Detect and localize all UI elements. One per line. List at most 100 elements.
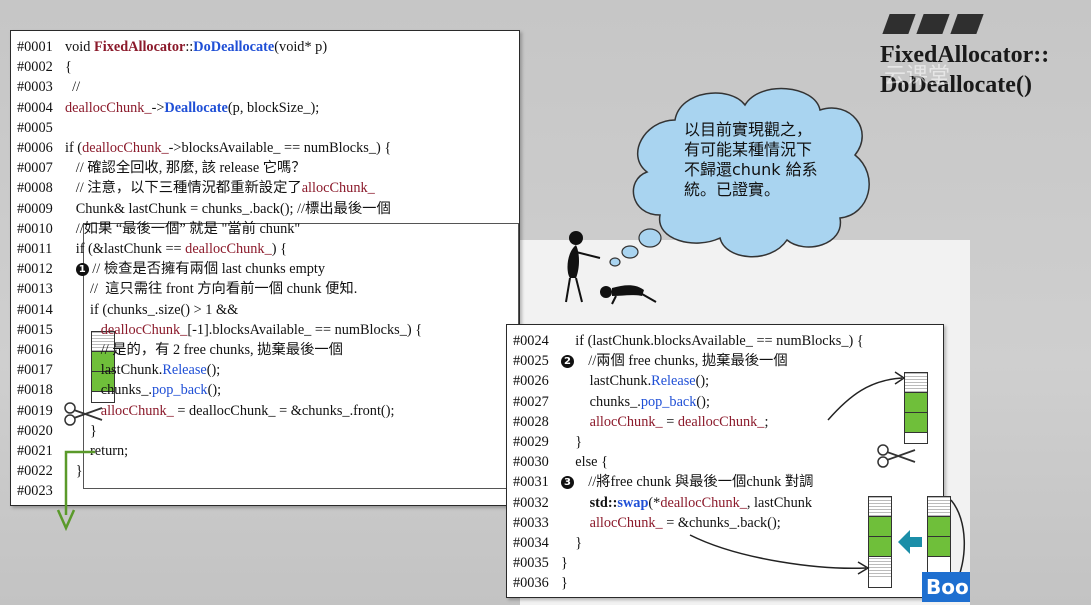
code-text: lastChunk.Release(); (65, 360, 221, 380)
code-token: // 這只需往 front 方向看前一個 chunk 便知. (65, 281, 358, 298)
code-token: ->blocksAvailable_ == numBlocks_) { (168, 140, 392, 156)
line-number: #0001 (17, 39, 53, 55)
code-text: // 是的，有 2 free chunks, 拋棄最後一個 (65, 340, 343, 360)
code-text: } (561, 432, 582, 452)
code-token: Chunk& lastChunk = chunks_.back(); //標出最… (65, 200, 391, 217)
stick-figures-illustration (565, 231, 657, 305)
code-token: // 確認全回收, 那麼, 該 release 它嗎？ (65, 160, 306, 177)
code-token: //兩個 free chunks, 拋棄最後一個 (574, 353, 788, 370)
code-token: } (561, 555, 568, 572)
line-number: #0017 (17, 362, 53, 379)
code-token: (); (206, 362, 221, 379)
code-token: } (561, 434, 583, 450)
line-number: #0024 (513, 333, 549, 349)
code-token: //將free chunk 與最後一個chunk 對調 (574, 474, 814, 491)
bubble-text: 以目前實現觀之， 有可能某種情況下 不歸還chunk 給系 統。已證實。 (684, 120, 864, 200)
code-text: 2 //兩個 free chunks, 拋棄最後一個 (561, 351, 788, 371)
code-token: // 是的，有 2 free chunks, 拋棄最後一個 (65, 342, 343, 358)
code-token: Deallocate (164, 99, 228, 116)
line-number: #0035 (513, 555, 549, 572)
code-token: allocChunk_ (589, 514, 663, 531)
line-number: #0030 (513, 454, 549, 471)
line-number: #0028 (513, 413, 549, 430)
code-token: FixedAllocator (94, 39, 186, 55)
line-number: #0007 (17, 160, 53, 177)
code-token: , lastChunk (746, 494, 813, 511)
chunk-stack-top-right (904, 372, 928, 444)
bubble-line: 不歸還chunk 給系 (684, 160, 818, 179)
code-text: if (&lastChunk == deallocChunk_) { (65, 239, 287, 259)
line-number: #0027 (513, 393, 549, 410)
line-number: #0032 (513, 494, 549, 511)
code-token: (); (696, 393, 710, 410)
book-tab: Boo (922, 572, 970, 602)
code-text: deallocChunk_->Deallocate(p, blockSize_)… (65, 98, 319, 118)
chunk-stack-bottom-b (927, 496, 951, 574)
code-text: void FixedAllocator::DoDeallocate(void* … (65, 37, 327, 57)
code-text: { (65, 57, 72, 77)
code-token: deallocChunk_ (185, 241, 272, 257)
code-token: std:: (589, 494, 618, 511)
code-text: chunks_.pop_back(); (561, 392, 710, 412)
line-number: #0013 (17, 281, 53, 298)
line-number: #0033 (513, 514, 549, 531)
code-text: // 這只需往 front 方向看前一個 chunk 便知. (65, 279, 357, 299)
code-text: if (lastChunk.blocksAvailable_ == numBlo… (561, 331, 864, 351)
code-text: } (65, 461, 83, 481)
code-token: if (lastChunk.blocksAvailable_ == numBlo… (561, 333, 864, 349)
line-number: #0011 (17, 241, 53, 257)
code-token: } (561, 575, 568, 592)
line-number: #0034 (513, 535, 549, 551)
code-token: (); (695, 373, 710, 390)
line-number: #0012 (17, 261, 53, 278)
code-text: } (65, 421, 97, 441)
code-token: return; (65, 443, 129, 459)
chunk-stack-bottom-a (868, 496, 892, 588)
line-number: #0009 (17, 200, 53, 217)
code-token: // (65, 79, 81, 96)
code-token: (); (207, 382, 222, 399)
code-token: lastChunk. (65, 362, 163, 379)
code-text: chunks_.pop_back(); (65, 380, 221, 400)
line-number: #0022 (17, 463, 53, 480)
code-token: [-1].blocksAvailable_ == numBlocks_) { (187, 321, 423, 338)
code-token: // 檢查是否擁有兩個 last chunks empty (88, 261, 326, 278)
bubble-line: 統。已證實。 (684, 180, 781, 199)
code-token: void (65, 39, 94, 55)
code-text: else { (561, 452, 608, 472)
line-number: #0018 (17, 382, 53, 399)
code-text: } (561, 533, 582, 553)
code-token: deallocChunk_ (100, 321, 188, 338)
code-token: = (662, 413, 678, 430)
bubble-line: 以目前實現觀之， (684, 120, 813, 139)
code-text: 3 //將free chunk 與最後一個chunk 對調 (561, 472, 813, 492)
code-token: = deallocChunk_ = &chunks_.front(); (173, 402, 395, 419)
line-number: #0026 (513, 373, 549, 390)
line-number: #0005 (17, 119, 53, 136)
code-token: allocChunk_ (589, 413, 663, 430)
code-text: std::swap(*deallocChunk_, lastChunk (561, 493, 812, 513)
line-number: #0015 (17, 321, 53, 338)
code-token: chunks_. (561, 393, 641, 410)
code-token: allocChunk_ (100, 402, 174, 419)
code-token: deallocChunk_ (660, 494, 747, 511)
code-text: } (561, 553, 568, 573)
line-number: #0019 (17, 402, 53, 419)
code-token: (p, blockSize_); (227, 99, 320, 116)
code-token: ) { (271, 241, 287, 257)
code-token: = &chunks_.back(); (662, 514, 781, 531)
code-token: lastChunk. (561, 373, 652, 390)
line-number: #0036 (513, 575, 549, 592)
code-token: deallocChunk_ (677, 413, 765, 430)
code-text: // 注意，以下三種情況都重新設定了allocChunk_ (65, 178, 375, 198)
code-token: if (chunks_.size() > 1 && (65, 301, 239, 318)
code-token: DoDeallocate (193, 39, 275, 55)
step-badge: 3 (561, 476, 574, 490)
code-token: { (65, 59, 72, 76)
code-token: (* (648, 494, 661, 511)
